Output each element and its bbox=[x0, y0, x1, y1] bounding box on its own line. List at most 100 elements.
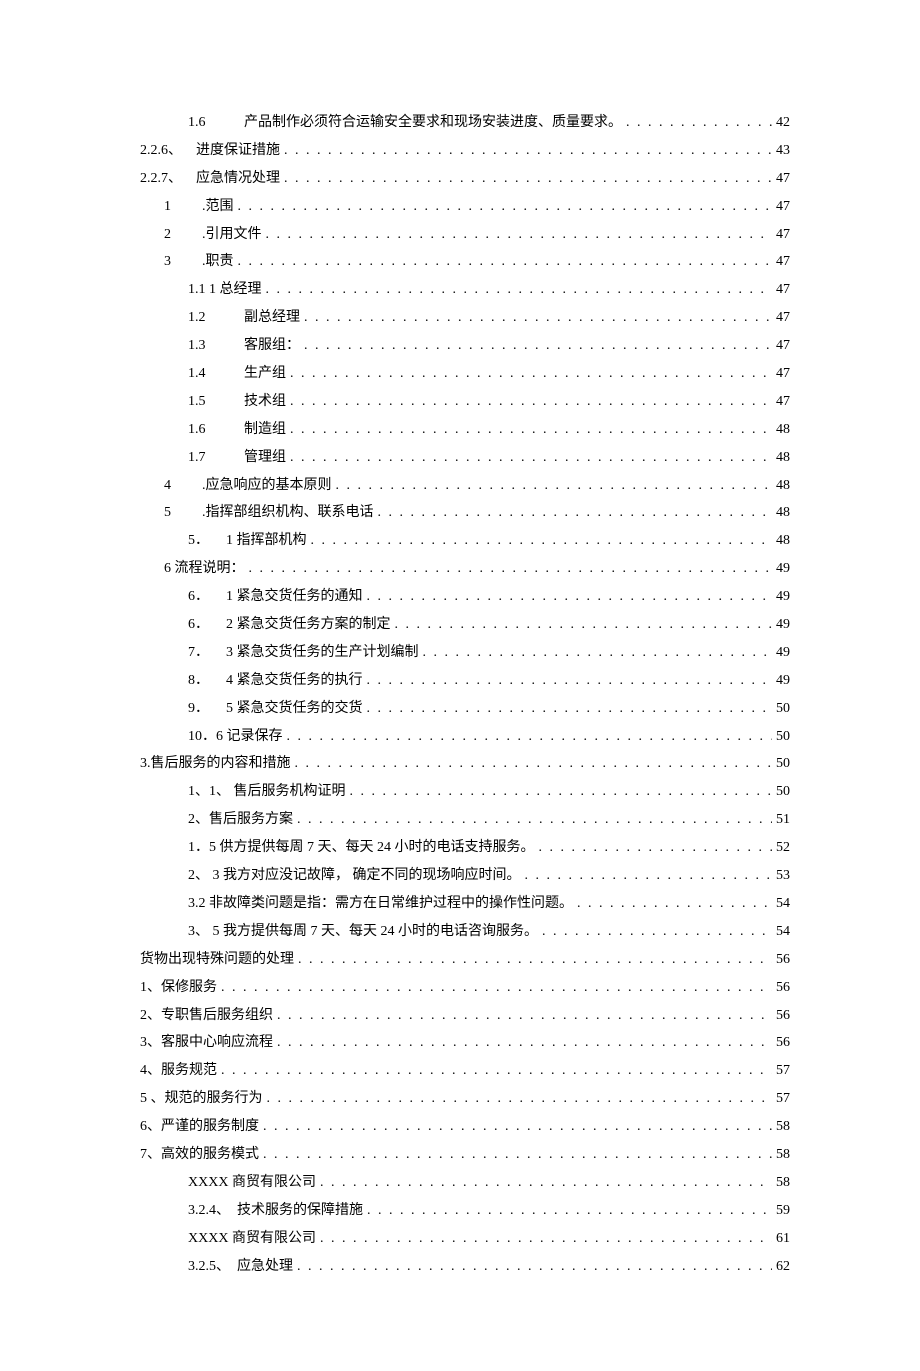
toc-entry-page: 48 bbox=[776, 528, 790, 554]
toc-entry: XXXX 商贸有限公司 58 bbox=[140, 1170, 790, 1196]
toc-entry-number: 2.2.6、 bbox=[140, 138, 196, 164]
toc-entry-title: 1.1 1 总经理 bbox=[188, 277, 262, 303]
toc-entry: 7、高效的服务模式 58 bbox=[140, 1142, 790, 1168]
toc-entry-page: 58 bbox=[776, 1170, 790, 1196]
toc-entry: 1.2副总经理47 bbox=[140, 305, 790, 331]
toc-entry: 3.2.4、 技术服务的保障措施 59 bbox=[140, 1198, 790, 1224]
toc-entry: 1.6制造组48 bbox=[140, 417, 790, 443]
toc-entry-page: 42 bbox=[776, 110, 790, 136]
toc-entry: 1.7管理组 48 bbox=[140, 445, 790, 471]
toc-leader-dots bbox=[295, 751, 773, 777]
toc-entry-title: 1、保修服务 bbox=[140, 975, 217, 1001]
toc-leader-dots bbox=[238, 249, 773, 275]
toc-entry-number: 5． bbox=[188, 528, 226, 554]
toc-leader-dots bbox=[367, 1198, 772, 1224]
toc-leader-dots bbox=[297, 1254, 772, 1280]
toc-entry: 3.2.5、 应急处理 62 bbox=[140, 1254, 790, 1280]
toc-entry-number: 1.5 bbox=[188, 389, 244, 415]
toc-entry-title: 副总经理 bbox=[244, 305, 300, 331]
toc-leader-dots bbox=[304, 305, 772, 331]
toc-entry-page: 56 bbox=[776, 1003, 790, 1029]
toc-leader-dots bbox=[367, 668, 773, 694]
toc-entry-page: 57 bbox=[776, 1058, 790, 1084]
toc-leader-dots bbox=[378, 500, 773, 526]
toc-entry: 2.2.6、进度保证措施43 bbox=[140, 138, 790, 164]
toc-leader-dots bbox=[525, 863, 773, 889]
toc-entry-page: 47 bbox=[776, 389, 790, 415]
toc-entry-title: 生产组 bbox=[244, 361, 286, 387]
toc-entry-page: 50 bbox=[776, 724, 790, 750]
toc-entry-page: 61 bbox=[776, 1226, 790, 1252]
toc-entry-page: 48 bbox=[776, 445, 790, 471]
toc-entry-page: 62 bbox=[776, 1254, 790, 1280]
toc-entry-title: 1 指挥部机构 bbox=[226, 528, 307, 554]
toc-entry-title: 2 紧急交货任务方案的制定 bbox=[226, 612, 391, 638]
toc-entry-number: 9． bbox=[188, 696, 226, 722]
toc-entry-title: 10．6 记录保存 bbox=[188, 724, 283, 750]
toc-entry-page: 49 bbox=[776, 556, 790, 582]
toc-entry-page: 48 bbox=[776, 417, 790, 443]
toc-entry-page: 51 bbox=[776, 807, 790, 833]
toc-entry-title: 6、严谨的服务制度 bbox=[140, 1114, 259, 1140]
toc-entry: 5 、规范的服务行为 57 bbox=[140, 1086, 790, 1112]
toc-leader-dots bbox=[350, 779, 773, 805]
toc-entry: 1.3客服组：47 bbox=[140, 333, 790, 359]
toc-entry: 6．1 紧急交货任务的通知 49 bbox=[140, 584, 790, 610]
toc-entry-title: 3 紧急交货任务的生产计划编制 bbox=[226, 640, 419, 666]
toc-entry-title: 5 、规范的服务行为 bbox=[140, 1086, 263, 1112]
toc-entry-page: 53 bbox=[776, 863, 790, 889]
toc-entry-page: 47 bbox=[776, 166, 790, 192]
toc-entry-title: 4 紧急交货任务的执行 bbox=[226, 668, 363, 694]
toc-entry-number: 6． bbox=[188, 612, 226, 638]
toc-entry: 1．5 供方提供每周 7 天、每天 24 小时的电话支持服务。52 bbox=[140, 835, 790, 861]
toc-entry-title: 6 流程说明： bbox=[164, 556, 245, 582]
toc-entry-title: 5 紧急交货任务的交货 bbox=[226, 696, 363, 722]
toc-entry-number: 2 bbox=[164, 222, 202, 248]
toc-entry: 1.4生产组47 bbox=[140, 361, 790, 387]
toc-entry-title: XXXX 商贸有限公司 bbox=[188, 1226, 316, 1252]
toc-entry-title: 3.2.5、 应急处理 bbox=[188, 1254, 293, 1280]
toc-entry-number: 1.7 bbox=[188, 445, 244, 471]
toc-entry-title: 1 紧急交货任务的通知 bbox=[226, 584, 363, 610]
toc-entry-page: 50 bbox=[776, 751, 790, 777]
toc-entry: 3.职责47 bbox=[140, 249, 790, 275]
toc-entry-page: 56 bbox=[776, 947, 790, 973]
toc-entry-page: 54 bbox=[776, 891, 790, 917]
toc-leader-dots bbox=[423, 640, 773, 666]
toc-leader-dots bbox=[221, 975, 772, 1001]
toc-entry: 10．6 记录保存 50 bbox=[140, 724, 790, 750]
toc-entry: 2、售后服务方案51 bbox=[140, 807, 790, 833]
toc-leader-dots bbox=[290, 445, 772, 471]
toc-entry-title: 3.2.4、 技术服务的保障措施 bbox=[188, 1198, 363, 1224]
toc-entry: 1.5技术组47 bbox=[140, 389, 790, 415]
toc-leader-dots bbox=[284, 138, 772, 164]
toc-entry-number: 6． bbox=[188, 584, 226, 610]
toc-entry-page: 58 bbox=[776, 1114, 790, 1140]
toc-entry-page: 50 bbox=[776, 696, 790, 722]
toc-entry-title: 2、 3 我方对应没记故障， 确定不同的现场响应时间。 bbox=[188, 863, 521, 889]
toc-entry-number: 2.2.7、 bbox=[140, 166, 196, 192]
toc-entry-title: 7、高效的服务模式 bbox=[140, 1142, 259, 1168]
toc-leader-dots bbox=[284, 166, 772, 192]
toc-entry-title: 管理组 bbox=[244, 445, 286, 471]
toc-leader-dots bbox=[238, 194, 773, 220]
toc-entry-number: 1.3 bbox=[188, 333, 244, 359]
toc-entry: 6、严谨的服务制度 58 bbox=[140, 1114, 790, 1140]
toc-entry: 2、 3 我方对应没记故障， 确定不同的现场响应时间。 53 bbox=[140, 863, 790, 889]
toc-leader-dots bbox=[287, 724, 773, 750]
toc-entry-page: 49 bbox=[776, 612, 790, 638]
toc-entry-page: 47 bbox=[776, 277, 790, 303]
toc-entry-title: .引用文件 bbox=[202, 222, 262, 248]
toc-entry: 3.2 非故障类问题是指：需方在日常维护过程中的操作性问题。54 bbox=[140, 891, 790, 917]
toc-entry: 1.6产品制作必须符合运输安全要求和现场安装进度、质量要求。42 bbox=[140, 110, 790, 136]
toc-leader-dots bbox=[311, 528, 773, 554]
toc-entry-page: 48 bbox=[776, 473, 790, 499]
toc-entry: 6．2 紧急交货任务方案的制定 49 bbox=[140, 612, 790, 638]
toc-entry-title: .指挥部组织机构、联系电话 bbox=[202, 500, 374, 526]
toc-entry-page: 58 bbox=[776, 1142, 790, 1168]
toc-entry-page: 49 bbox=[776, 584, 790, 610]
toc-entry-page: 59 bbox=[776, 1198, 790, 1224]
toc-entry-page: 43 bbox=[776, 138, 790, 164]
toc-entry-page: 56 bbox=[776, 1030, 790, 1056]
toc-entry-page: 48 bbox=[776, 500, 790, 526]
